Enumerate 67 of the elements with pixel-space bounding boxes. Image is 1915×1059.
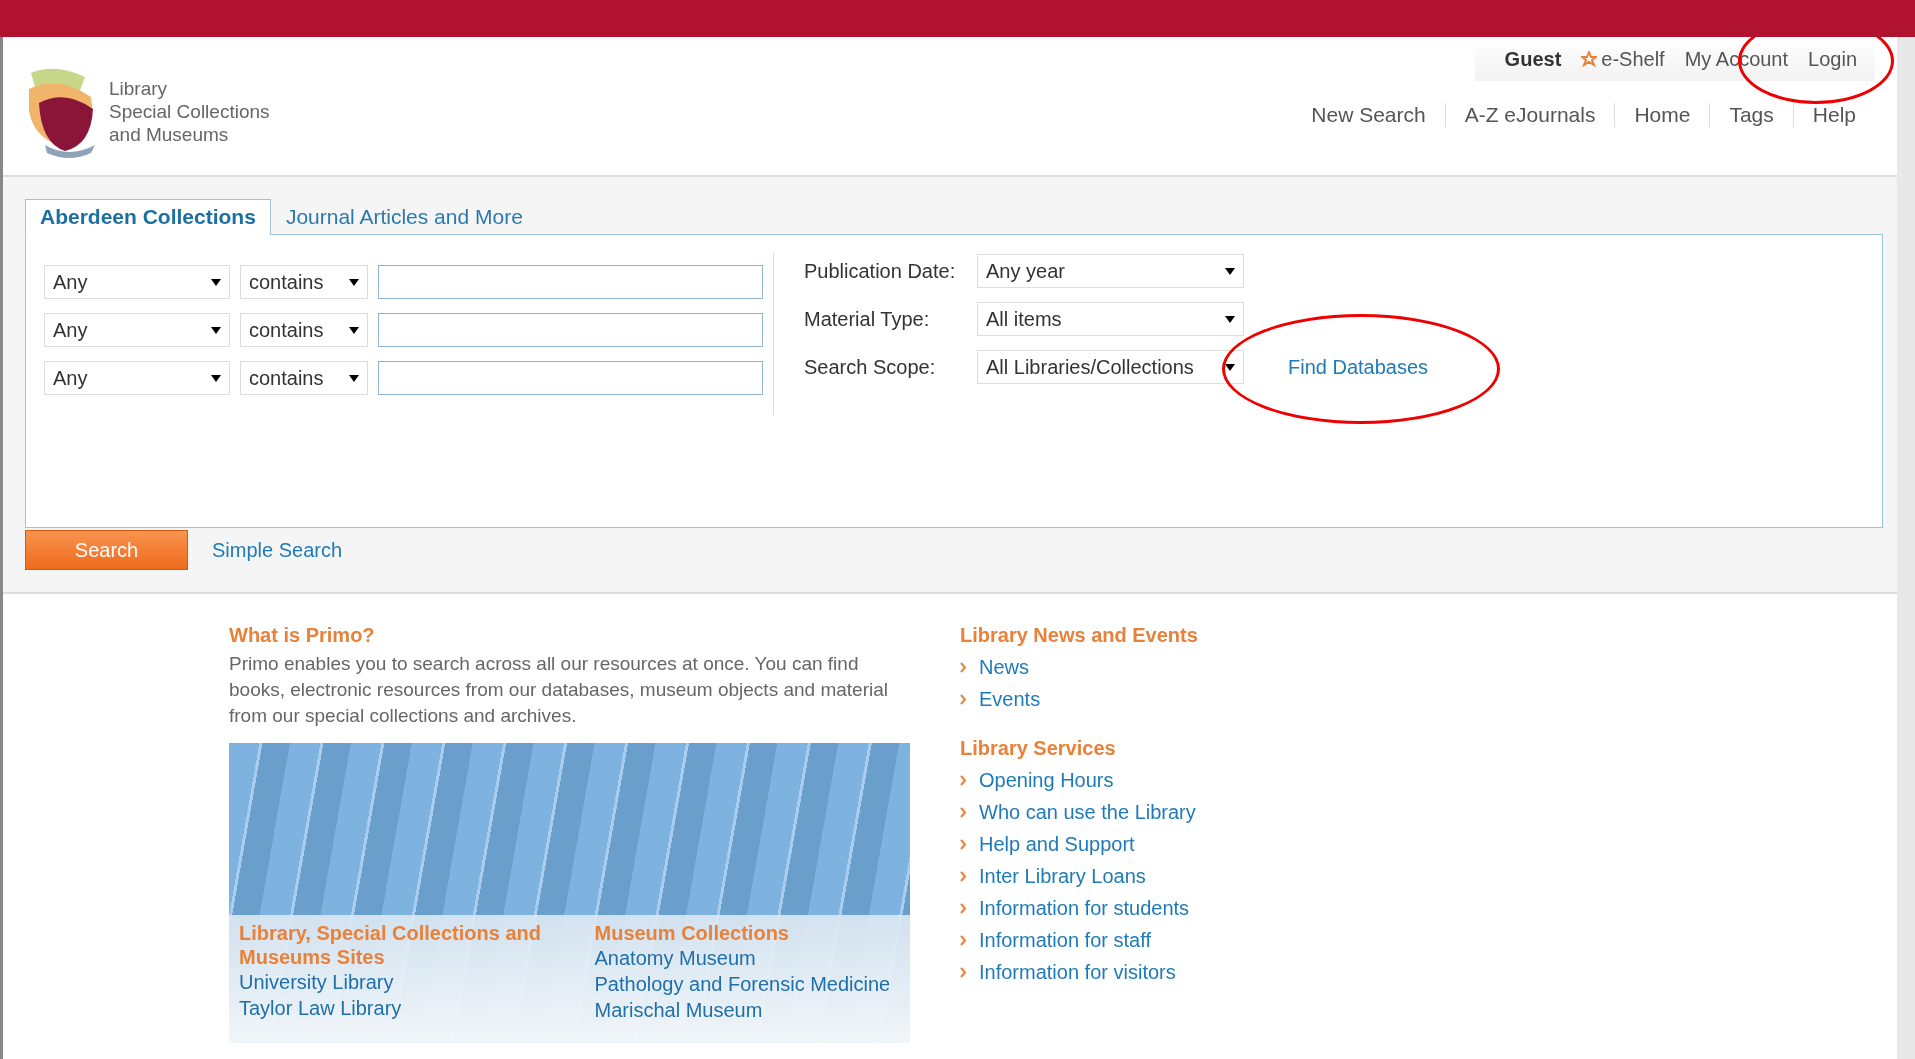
logo-text: Library Special Collections and Museums [109, 76, 270, 146]
section-heading: What is Primo? [229, 624, 376, 647]
field-dropdown[interactable]: Any [44, 361, 230, 395]
chevron-icon [960, 870, 967, 882]
filter-dropdown[interactable]: All Libraries/Collections [977, 350, 1244, 384]
chevron-icon [960, 693, 967, 705]
caret-icon [211, 374, 221, 382]
site-link[interactable]: Anatomy Museum [594, 945, 900, 971]
nav-link[interactable]: A-Z eJournals [1444, 103, 1615, 127]
user-name: Guest [1504, 47, 1562, 71]
site-link[interactable]: University Library [239, 969, 545, 995]
filter-dropdown[interactable]: All items [977, 302, 1244, 336]
chevron-icon [960, 661, 967, 673]
find-databases-link[interactable]: Find Databases [1288, 355, 1429, 379]
section-heading: Library News and Events [960, 624, 1198, 647]
column-heading: Museum Collections [594, 921, 790, 945]
chevron-icon [960, 902, 967, 914]
caret-icon [349, 326, 359, 334]
nav-link[interactable]: Help [1792, 103, 1875, 127]
filter-label: Material Type: [804, 307, 931, 331]
caret-icon [1225, 267, 1235, 275]
chevron-icon [960, 838, 967, 850]
caret-icon [211, 326, 221, 334]
account-link[interactable]: Login [1808, 47, 1857, 71]
service-link[interactable]: Information for staff [979, 928, 1151, 952]
star-icon [1581, 51, 1598, 67]
chevron-icon [960, 774, 967, 786]
nav-link[interactable]: New Search [1292, 103, 1445, 127]
chevron-icon [960, 966, 967, 978]
service-link[interactable]: Inter Library Loans [979, 864, 1146, 888]
filter-label: Publication Date: [804, 259, 957, 283]
caret-icon [1225, 363, 1235, 371]
caret-icon [349, 374, 359, 382]
service-link[interactable]: Help and Support [979, 832, 1135, 856]
service-link[interactable]: Information for visitors [979, 960, 1176, 984]
search-tab[interactable]: Aberdeen Collections [25, 199, 271, 235]
service-link[interactable]: News [979, 655, 1029, 679]
operator-dropdown[interactable]: contains [240, 361, 368, 395]
query-input[interactable] [378, 361, 763, 395]
filter-dropdown[interactable]: Any year [977, 254, 1244, 288]
intro-text: Primo enables you to search across all our resources at once. You can find books, electronic resources from our databases, museum objects and material from our special collections and archives. [229, 652, 889, 728]
service-link[interactable]: Who can use the Library [979, 800, 1196, 824]
simple-search-link[interactable]: Simple Search [212, 538, 343, 562]
caret-icon [211, 278, 221, 286]
nav-link[interactable]: Home [1614, 103, 1710, 127]
field-dropdown[interactable]: Any [44, 265, 230, 299]
service-link[interactable]: Events [979, 687, 1041, 711]
search-tab[interactable]: Journal Articles and More [270, 199, 538, 235]
service-link[interactable]: Information for students [979, 896, 1190, 920]
service-link[interactable]: Opening Hours [979, 768, 1114, 792]
caret-icon [1225, 315, 1235, 323]
chevron-icon [960, 934, 967, 946]
field-dropdown[interactable]: Any [44, 313, 230, 347]
query-input[interactable] [378, 265, 763, 299]
eshelf-link[interactable]: e-Shelf [1581, 47, 1665, 71]
nav-link[interactable]: Tags [1709, 103, 1793, 127]
operator-dropdown[interactable]: contains [240, 313, 368, 347]
site-link[interactable]: Marischal Museum [594, 997, 900, 1023]
site-link[interactable]: Pathology and Forensic Medicine [594, 971, 900, 997]
chevron-icon [960, 806, 967, 818]
section-heading: Library Services [960, 737, 1117, 760]
filter-label: Search Scope: [804, 355, 937, 379]
operator-dropdown[interactable]: contains [240, 265, 368, 299]
column-heading: Library, Special Collections and Museums Sites [239, 921, 542, 969]
query-input[interactable] [378, 313, 763, 347]
caret-icon [349, 278, 359, 286]
site-link[interactable]: Taylor Law Library [239, 995, 545, 1021]
